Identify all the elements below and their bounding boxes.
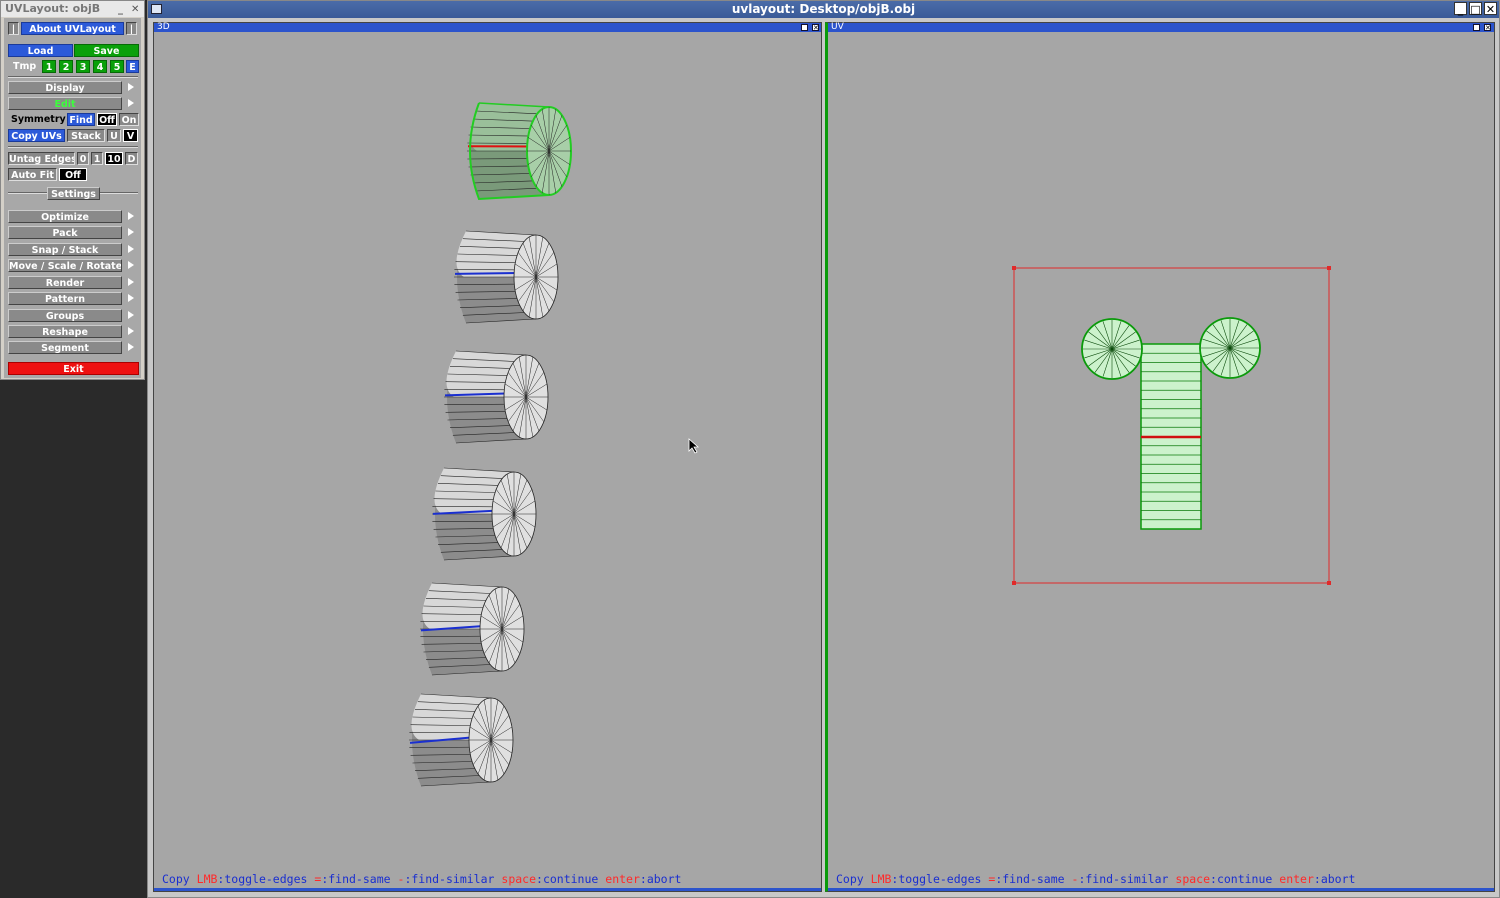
pattern-menu-button[interactable]: Pattern xyxy=(8,292,122,305)
main-window-title: uvlayout: Desktop/objB.obj xyxy=(731,2,916,16)
mesh-object[interactable] xyxy=(432,467,537,561)
uv-shell[interactable] xyxy=(1081,317,1261,530)
collapse-right-handle[interactable]: | xyxy=(126,22,137,35)
close-icon[interactable]: ✕ xyxy=(131,2,139,18)
snap-stack-menu-button[interactable]: Snap / Stack xyxy=(8,243,122,256)
uv-view[interactable] xyxy=(828,32,1493,882)
symmetry-on-button[interactable]: On xyxy=(119,113,139,126)
optimize-menu-button[interactable]: Optimize xyxy=(8,210,122,223)
minimize-icon[interactable]: _ xyxy=(1454,2,1467,16)
viewport-3d-footer xyxy=(154,888,821,891)
viewport-3d-header: 3D ✕ xyxy=(154,22,821,32)
tmp-slot-1[interactable]: 1 xyxy=(42,60,56,73)
move-scale-rotate-arrow-icon[interactable] xyxy=(128,261,134,269)
main-window-titlebar: uvlayout: Desktop/objB.obj _ □ ✕ xyxy=(148,1,1499,18)
divider xyxy=(8,76,138,78)
status-hint-uv: Copy LMB:toggle-edges =:find-same -:find… xyxy=(836,872,1356,886)
viewport-3d[interactable]: 3D ✕ Copy LMB:toggle-edges =:find-same -… xyxy=(153,22,822,892)
viewport-uv-header: UV ✕ xyxy=(828,22,1494,32)
untag-opt-0[interactable]: 0 xyxy=(77,152,89,165)
display-arrow-icon[interactable] xyxy=(128,83,134,91)
render-arrow-icon[interactable] xyxy=(128,278,134,286)
minimize-icon[interactable]: _ xyxy=(118,2,123,18)
pattern-arrow-icon[interactable] xyxy=(128,294,134,302)
untag-opt-10[interactable]: 10 xyxy=(105,152,123,165)
divider xyxy=(8,146,138,148)
maximize-pane-icon[interactable] xyxy=(801,24,808,31)
tmp-label: Tmp xyxy=(13,61,37,72)
symmetry-find-button[interactable]: Find xyxy=(67,113,95,126)
tmp-slot-4[interactable]: 4 xyxy=(93,60,107,73)
tool-window-title: UVLayout: objB xyxy=(5,2,101,15)
u-button[interactable]: U xyxy=(107,129,121,142)
mesh-object[interactable] xyxy=(454,230,559,324)
untag-opt-d[interactable]: D xyxy=(125,152,138,165)
mesh-object[interactable] xyxy=(420,582,525,676)
pack-menu-button[interactable]: Pack xyxy=(8,226,122,239)
save-button[interactable]: Save xyxy=(74,44,139,57)
viewport-3d-label: 3D xyxy=(157,22,170,32)
tool-window: UVLayout: objB _ ✕ | About UVLayout | Lo… xyxy=(0,0,145,380)
about-button[interactable]: About UVLayout xyxy=(21,22,124,35)
tmp-slot-e[interactable]: E xyxy=(126,60,139,73)
tool-panel: | About UVLayout | Load Save Tmp 1 2 3 4… xyxy=(4,18,141,378)
mesh-view-3d[interactable] xyxy=(154,32,821,882)
tmp-slot-3[interactable]: 3 xyxy=(76,60,90,73)
segment-arrow-icon[interactable] xyxy=(128,343,134,351)
exit-button[interactable]: Exit xyxy=(8,362,139,375)
mesh-object[interactable] xyxy=(444,350,549,444)
collapse-left-handle[interactable]: | xyxy=(8,22,19,35)
reshape-menu-button[interactable]: Reshape xyxy=(8,325,122,338)
close-icon[interactable]: ✕ xyxy=(1484,2,1497,16)
stack-button[interactable]: Stack xyxy=(67,129,105,142)
symmetry-off-button[interactable]: Off xyxy=(97,113,117,126)
snap-stack-arrow-icon[interactable] xyxy=(128,245,134,253)
symmetry-label: Symmetry xyxy=(11,114,66,125)
viewport-uv[interactable]: UV ✕ Copy LMB:toggle-edges =:find-same -… xyxy=(825,22,1495,892)
groups-menu-button[interactable]: Groups xyxy=(8,309,122,322)
auto-fit-button[interactable]: Auto Fit xyxy=(8,168,57,181)
load-button[interactable]: Load xyxy=(8,44,73,57)
close-pane-icon[interactable]: ✕ xyxy=(812,24,819,32)
main-window: uvlayout: Desktop/objB.obj _ □ ✕ 3D ✕ Co… xyxy=(147,0,1500,898)
tool-window-titlebar: UVLayout: objB _ ✕ xyxy=(1,1,144,17)
pack-arrow-icon[interactable] xyxy=(128,228,134,236)
v-button[interactable]: V xyxy=(123,129,138,142)
maximize-icon[interactable]: □ xyxy=(1469,2,1482,16)
settings-button[interactable]: Settings xyxy=(47,187,100,200)
edit-menu-button[interactable]: Edit xyxy=(8,97,122,110)
mesh-object[interactable] xyxy=(409,693,514,787)
optimize-arrow-icon[interactable] xyxy=(128,212,134,220)
untag-edges-button[interactable]: Untag Edges xyxy=(8,152,75,165)
copy-uvs-button[interactable]: Copy UVs xyxy=(8,129,65,142)
untag-opt-1[interactable]: 1 xyxy=(91,152,103,165)
mesh-object[interactable] xyxy=(467,102,572,201)
display-menu-button[interactable]: Display xyxy=(8,81,122,94)
maximize-pane-icon[interactable] xyxy=(1473,24,1480,31)
tmp-slot-2[interactable]: 2 xyxy=(59,60,73,73)
segment-menu-button[interactable]: Segment xyxy=(8,341,122,354)
viewport-uv-label: UV xyxy=(831,22,844,32)
window-menu-icon[interactable] xyxy=(151,4,162,14)
close-pane-icon[interactable]: ✕ xyxy=(1484,24,1491,32)
auto-fit-toggle[interactable]: Off xyxy=(59,168,87,181)
mouse-cursor-icon xyxy=(688,438,700,454)
viewport-uv-footer xyxy=(828,888,1494,891)
status-hint-3d: Copy LMB:toggle-edges =:find-same -:find… xyxy=(162,872,682,886)
edit-arrow-icon[interactable] xyxy=(128,99,134,107)
move-scale-rotate-menu-button[interactable]: Move / Scale / Rotate xyxy=(8,259,122,272)
reshape-arrow-icon[interactable] xyxy=(128,327,134,335)
tmp-slot-5[interactable]: 5 xyxy=(110,60,124,73)
render-menu-button[interactable]: Render xyxy=(8,276,122,289)
groups-arrow-icon[interactable] xyxy=(128,311,134,319)
